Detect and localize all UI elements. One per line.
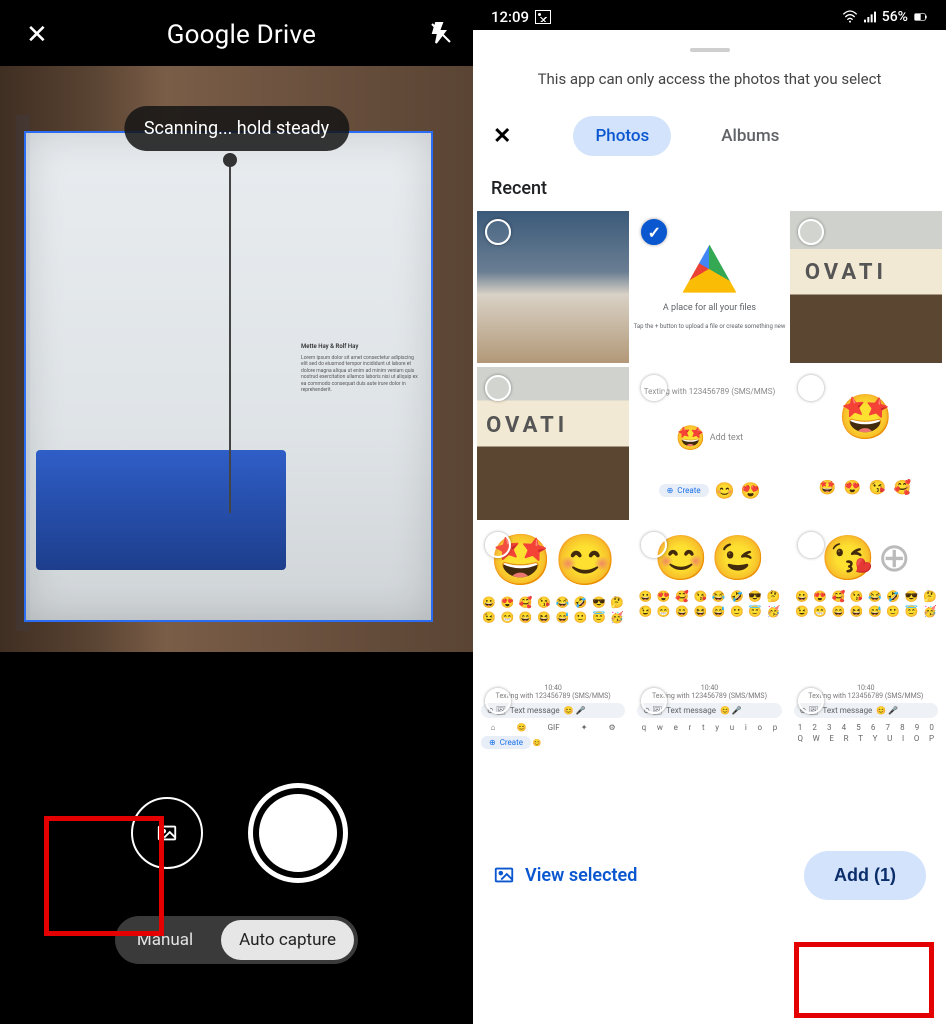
app-title: Google Drive (167, 20, 316, 50)
select-checkbox[interactable] (798, 375, 824, 401)
select-checkbox[interactable] (641, 532, 667, 558)
select-checkbox[interactable] (798, 532, 824, 558)
photo-thumb[interactable]: 🤩😊 😀😍🥰😘😂🤣😎🤔😉😁😄😆😅🙂😇🥳 (477, 524, 629, 676)
tab-photos[interactable]: Photos (573, 116, 671, 156)
status-time: 12:09 (491, 8, 529, 26)
select-checkbox[interactable] (798, 688, 824, 714)
drive-icon (682, 245, 736, 293)
document-frame: Mette Hay & Rolf Hay Lorem ipsum dolor s… (24, 131, 433, 622)
photo-thumb[interactable]: 😊😉 😀😍🥰😘😂🤣😎🤔😉😁😄😆😅🙂😇🥳 (633, 524, 785, 676)
camera-viewfinder: Scanning... hold steady Mette Hay & Rolf… (0, 66, 473, 652)
scanner-panel: ✕ Google Drive Scanning... hold steady M… (0, 0, 473, 1024)
screenshot-icon (535, 10, 551, 24)
photo-thumb[interactable]: Texting with 123456789 (SMS/MMS) 🤩Add te… (633, 367, 785, 519)
section-recent: Recent (473, 174, 946, 211)
battery-text: 56% (882, 9, 908, 25)
signal-icon (862, 9, 878, 25)
add-button[interactable]: Add (1) (804, 851, 926, 900)
close-icon[interactable]: ✕ (20, 14, 54, 56)
photo-thumb[interactable]: A place for all your filesTap the + butt… (633, 211, 785, 363)
highlight-box (794, 942, 934, 1018)
scanner-header: ✕ Google Drive (0, 0, 473, 66)
tab-albums[interactable]: Albums (699, 116, 801, 156)
photo-grid: A place for all your filesTap the + butt… (473, 211, 946, 830)
mode-auto[interactable]: Auto capture (221, 920, 354, 960)
view-selected-button[interactable]: View selected (493, 864, 637, 886)
wifi-icon (842, 9, 858, 25)
photo-thumb[interactable]: 10:40 Texting with 123456789 (SMS/MMS) ⊕… (790, 680, 942, 830)
select-checkbox[interactable] (798, 219, 824, 245)
shutter-button[interactable] (253, 788, 343, 878)
select-checkbox[interactable] (485, 532, 511, 558)
photo-picker-panel: 12:09 56% This app can only access the p… (473, 0, 946, 1024)
photo-thumb[interactable] (477, 211, 629, 363)
photo-thumb[interactable]: 🤩 🤩 😍 😘 🥰 (790, 367, 942, 519)
photo-thumb[interactable]: 10:40 Texting with 123456789 (SMS/MMS) ⊕… (477, 680, 629, 830)
picker-sheet: This app can only access the photos that… (473, 34, 946, 1024)
picker-bottom-bar: View selected Add (1) (473, 830, 946, 922)
sheet-handle[interactable] (690, 48, 730, 52)
capture-mode-toggle: Manual Auto capture (115, 916, 358, 964)
close-icon[interactable]: ✕ (485, 124, 519, 149)
gallery-button[interactable] (131, 797, 203, 869)
scanning-status: Scanning... hold steady (124, 106, 349, 151)
flash-off-icon[interactable] (429, 21, 453, 49)
access-message: This app can only access the photos that… (473, 62, 946, 108)
select-checkbox[interactable] (485, 219, 511, 245)
photo-thumb[interactable]: 😘⊕ 😀😍🥰😘😂🤣😎🤔😉😁😄😆😅🙂😇🥳 (790, 524, 942, 676)
photo-thumb[interactable]: OVATI (477, 367, 629, 519)
photo-thumb[interactable]: OVATI (790, 211, 942, 363)
select-checkbox[interactable] (485, 688, 511, 714)
battery-icon (912, 9, 928, 25)
status-bar: 12:09 56% (473, 0, 946, 30)
scanner-controls: Manual Auto capture (0, 688, 473, 1024)
photo-thumb[interactable]: 10:40 Texting with 123456789 (SMS/MMS) ⊕… (633, 680, 785, 830)
mode-manual[interactable]: Manual (119, 920, 211, 960)
